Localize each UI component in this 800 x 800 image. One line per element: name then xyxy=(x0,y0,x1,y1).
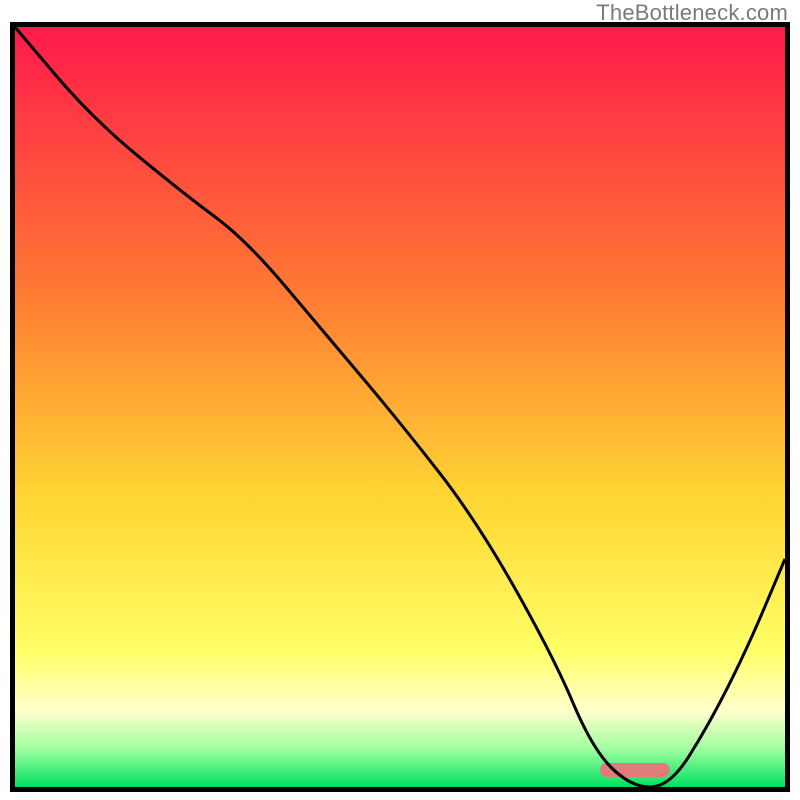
bottleneck-chart xyxy=(15,27,785,787)
chart-frame xyxy=(10,22,790,792)
gradient-background xyxy=(15,27,785,787)
